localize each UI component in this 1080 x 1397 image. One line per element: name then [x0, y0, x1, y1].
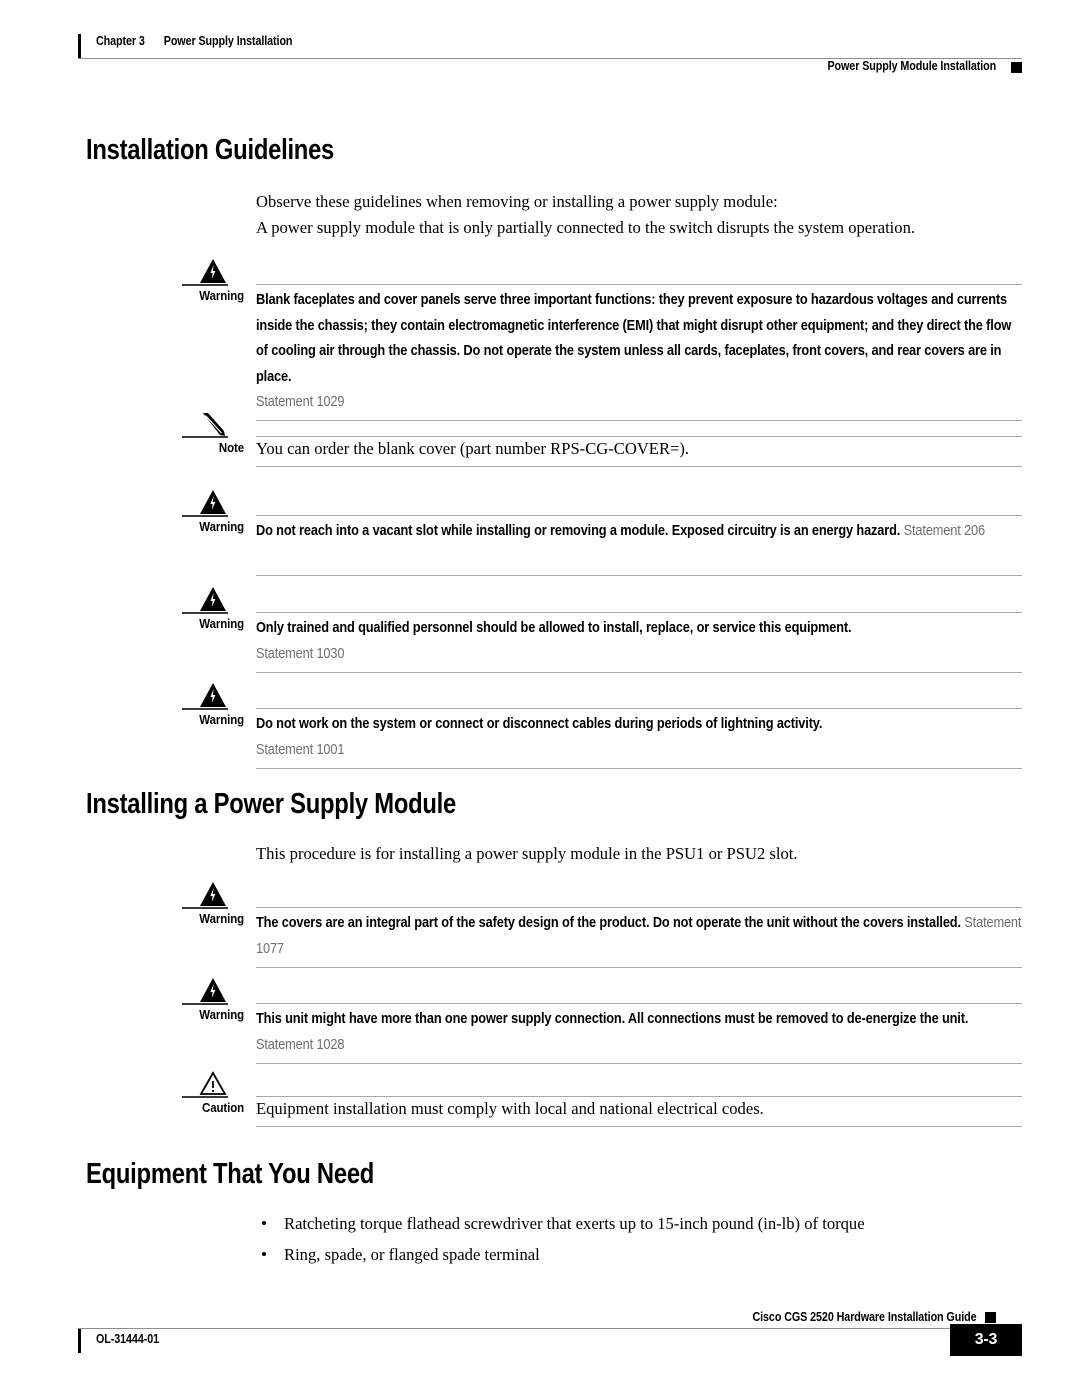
bullet-icon [262, 1252, 266, 1256]
admonition-text: Equipment installation must comply with … [256, 1098, 1026, 1119]
admonition-label-caution: Caution [202, 1100, 244, 1115]
warning-icon-underline [182, 1003, 228, 1005]
admonition-top-rule [256, 907, 1022, 908]
page-footer: Cisco CGS 2520 Hardware Installation Gui… [78, 1310, 1022, 1370]
admonition-bottom-rule [256, 420, 1022, 421]
admonition-bottom-rule [256, 575, 1022, 576]
admonition-label-warning: Warning [199, 616, 244, 631]
note-pencil-icon [190, 410, 236, 436]
warning-line: The covers are an integral part of the s… [256, 915, 860, 931]
note-body-text: You can order the blank cover (part numb… [256, 439, 690, 458]
footer-guide-title: Cisco CGS 2520 Hardware Installation Gui… [751, 1310, 976, 1324]
warning-icon-underline [182, 284, 228, 286]
warning-body-text: Only trained and qualified personnel sho… [256, 616, 1026, 667]
warning-line: Blank faceplates and cover panels serve … [256, 292, 808, 308]
admonition-bottom-rule [256, 1126, 1022, 1127]
admonition-bottom-rule [256, 967, 1022, 968]
footer-marker-square [985, 1312, 996, 1323]
page-title-equipment-that-you-need: Equipment That You Need [86, 1158, 375, 1190]
admonition-label-warning: Warning [199, 911, 244, 926]
paragraph-observe-guidelines: Observe these guidelines when removing o… [256, 192, 778, 211]
warning-line: de-energize the unit. [846, 1011, 969, 1027]
paragraph-partial-connection: A power supply module that is only parti… [256, 218, 916, 237]
admonition-top-rule [256, 284, 1022, 285]
caution-triangle-exclamation-icon [190, 1070, 236, 1096]
warning-icon-underline [182, 907, 228, 909]
bullet-icon [262, 1221, 266, 1225]
warning-line: Do not reach into a vacant slot while in… [256, 523, 853, 539]
caution-body-text: Equipment installation must comply with … [256, 1099, 764, 1118]
admonition-top-rule [256, 612, 1022, 613]
footer-divider-rule [78, 1328, 966, 1329]
page-title-installing-power-supply-module: Installing a Power Supply Module [86, 788, 457, 820]
admonition-top-rule [256, 708, 1022, 709]
admonition-label-warning: Warning [199, 1007, 244, 1022]
warning-icon-underline [182, 708, 228, 710]
admonition-top-rule [256, 515, 1022, 516]
admonition-label-warning: Warning [199, 519, 244, 534]
admonition-bottom-rule [256, 466, 1022, 467]
warning-line: hazard. [856, 523, 901, 539]
warning-statement-number: Statement 1001 [256, 741, 345, 758]
warning-body-text: Blank faceplates and cover panels serve … [256, 288, 1026, 416]
admonition-text: Blank faceplates and cover panels serve … [256, 288, 1026, 416]
header-chapter-title: Power Supply Installation [163, 34, 293, 48]
warning-triangle-lightning-icon [190, 258, 236, 284]
admonition-top-rule [256, 436, 1022, 437]
admonition-text: Do not work on the system or connect or … [256, 712, 1026, 763]
admonition-text: Only trained and qualified personnel sho… [256, 616, 1026, 667]
warning-statement-number: Statement 1030 [256, 645, 345, 662]
header-running-head: Power Supply Module Installation [827, 59, 996, 73]
warning-line: Do not work on the system or connect or … [256, 716, 823, 732]
admonition-text: You can order the blank cover (part numb… [256, 438, 1026, 459]
warning-icon-underline [182, 612, 228, 614]
warning-line: Only trained and qualified personnel sho… [256, 620, 852, 636]
list-item-label: Ring, spade, or flanged spade terminal [284, 1245, 540, 1264]
warning-body-text: This unit might have more than one power… [256, 1007, 1026, 1058]
page-header: Chapter 3 Power Supply Installation Power… [78, 30, 1022, 76]
header-marker-square [1011, 62, 1022, 73]
header-left-tick-mark [78, 34, 81, 59]
warning-statement-number: Statement 1029 [256, 394, 345, 410]
caution-icon-underline [182, 1096, 228, 1098]
admonition-text: This unit might have more than one power… [256, 1007, 1026, 1058]
equipment-list: Ratcheting torque flathead screwdriver t… [256, 1213, 865, 1275]
admonition-label-warning: Warning [199, 288, 244, 303]
list-item-label: Ratcheting torque flathead screwdriver t… [284, 1214, 865, 1233]
admonition-text: Do not reach into a vacant slot while in… [256, 519, 1026, 545]
header-chapter-number: Chapter 3 [96, 34, 145, 48]
admonition-bottom-rule [256, 672, 1022, 673]
warning-body-text: The covers are an integral part of the s… [256, 911, 1026, 962]
footer-page-number: 3-3 [950, 1324, 1022, 1356]
admonition-text: The covers are an integral part of the s… [256, 911, 1026, 962]
warning-triangle-lightning-icon [190, 586, 236, 612]
list-item: Ring, spade, or flanged spade terminal [256, 1244, 865, 1265]
warning-triangle-lightning-icon [190, 682, 236, 708]
page-title-installation-guidelines: Installation Guidelines [86, 134, 335, 166]
header-chapter-label: Chapter 3 Power Supply Installation [96, 34, 292, 48]
warning-icon-underline [182, 515, 228, 517]
warning-triangle-lightning-icon [190, 881, 236, 907]
admonition-bottom-rule [256, 768, 1022, 769]
warning-line: covers installed. [863, 915, 961, 931]
note-icon-underline [182, 436, 228, 438]
warning-line: This unit might have more than one power… [256, 1011, 844, 1027]
admonition-label-note: Note [218, 440, 244, 455]
footer-document-id: OL-31444-01 [96, 1332, 159, 1346]
admonition-top-rule [256, 1096, 1022, 1097]
paragraph-procedure-psu-slot: This procedure is for installing a power… [256, 844, 798, 863]
warning-triangle-lightning-icon [190, 977, 236, 1003]
warning-body-text: Do not work on the system or connect or … [256, 712, 1026, 763]
warning-statement-number: Statement 1028 [256, 1036, 345, 1053]
warning-triangle-lightning-icon [190, 489, 236, 515]
warning-statement-number: Statement 206 [903, 523, 985, 539]
warning-body-text: Do not reach into a vacant slot while in… [256, 519, 1026, 545]
admonition-bottom-rule [256, 1063, 1022, 1064]
admonition-top-rule [256, 1003, 1022, 1004]
footer-left-tick-mark [78, 1329, 81, 1353]
document-page: Chapter 3 Power Supply Installation Power… [0, 0, 1080, 1397]
list-item: Ratcheting torque flathead screwdriver t… [256, 1213, 865, 1234]
admonition-label-warning: Warning [199, 712, 244, 727]
